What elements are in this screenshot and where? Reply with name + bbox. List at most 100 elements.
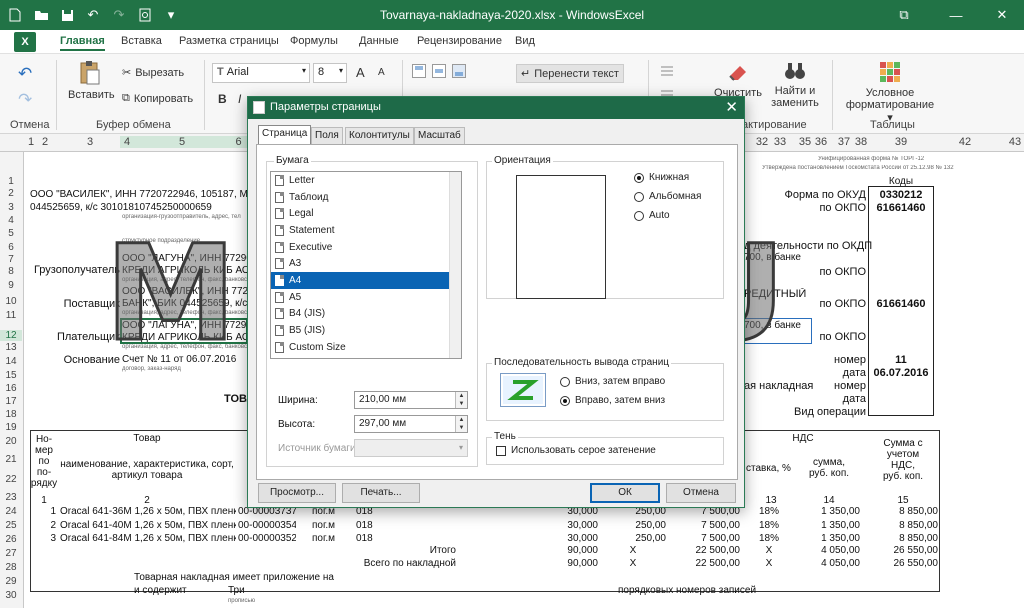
row-header[interactable]: 12 [0,330,22,341]
paper-size-item[interactable]: Таблоид [271,189,461,206]
tab-formulas[interactable]: Формулы [290,35,338,47]
cell-name[interactable]: Oracal 641-40M 1,26 х 50м, ПВХ пленка [60,520,236,531]
clear-button[interactable]: Очистить [710,60,766,99]
paper-size-item[interactable]: A4 [271,272,461,289]
column-header[interactable]: 1 [24,136,38,148]
column-header[interactable]: 36 [814,136,828,148]
landscape-radio[interactable]: Альбомная [634,191,701,202]
tab-home[interactable]: Главная [60,35,105,51]
cell-n[interactable]: 2 [30,520,56,531]
paper-size-item[interactable]: A3 [271,255,461,272]
column-header[interactable]: 3 [60,136,120,148]
paper-size-item[interactable]: Custom Size [271,339,461,356]
tab-data[interactable]: Данные [359,35,399,47]
tab-page[interactable]: Страница [258,125,312,144]
row-header[interactable]: 25 [0,520,22,531]
date-value[interactable]: 06.07.2016 [868,367,934,379]
preview-button[interactable]: Просмотр... [258,483,336,503]
wrap-text-button[interactable]: ↵ Перенести текст [516,64,624,83]
row-header[interactable]: 30 [0,590,22,601]
auto-radio[interactable]: Auto [634,210,670,221]
row-header[interactable]: 2 [0,188,22,199]
cancel-button[interactable]: Отмена [666,483,736,503]
column-header[interactable]: 38 [854,136,868,148]
font-name-select[interactable]: T Arial ▾ [212,63,310,83]
align-top-icon[interactable] [412,64,426,78]
spin-arrows-icon[interactable]: ▲ ▼ [455,392,467,408]
paper-size-item[interactable]: Statement [271,222,461,239]
grow-font-button[interactable]: A [356,65,365,80]
cell-total[interactable]: 8 850,00 [866,533,938,544]
cut-button[interactable]: ✂ Вырезать [122,66,184,80]
column-header[interactable]: 37 [836,136,852,148]
cell-n[interactable]: 3 [30,533,56,544]
footer-count-words[interactable]: Три [228,585,245,596]
tab-view[interactable]: Вид [515,35,535,47]
spin-arrows-icon[interactable]: ▲ ▼ [455,416,467,432]
row-header[interactable]: 29 [0,576,22,587]
row-header[interactable]: 11 [0,310,22,321]
cell-sum[interactable]: 7 500,00 [668,533,740,544]
down-then-over-radio[interactable]: Вниз, затем вправо [560,376,665,387]
paper-list-scrollbar[interactable] [449,172,461,358]
redo-ribbon-icon[interactable]: ↷ [18,90,32,110]
height-input[interactable]: 297,00 мм ▲ ▼ [354,415,468,433]
cell-price[interactable]: 250,00 [600,533,666,544]
row-header[interactable]: 7 [0,254,22,265]
cell-qty[interactable]: 30,000 [530,520,598,531]
row-header[interactable]: 8 [0,266,22,277]
cell-code[interactable]: 00-00000354 [238,520,296,531]
row-header[interactable]: 9 [0,280,22,291]
paste-button[interactable]: Вставить [68,60,115,101]
row-header[interactable]: 6 [0,242,22,253]
undo-ribbon-icon[interactable]: ↶ [18,64,32,84]
copy-button[interactable]: ⧉ Копировать [122,92,193,105]
row-header[interactable]: 14 [0,356,22,367]
close-button[interactable]: ✕ [982,0,1022,30]
row-header[interactable]: 22 [0,474,22,485]
column-header[interactable]: 39 [870,136,932,148]
portrait-radio[interactable]: Книжная [634,172,689,183]
cell-unit[interactable]: пог.м [312,520,348,531]
paper-source-select[interactable]: ▾ [354,439,468,457]
minimize-button[interactable]: — [936,0,976,30]
paper-size-item[interactable]: B5 (JIS) [271,322,461,339]
print-button[interactable]: Печать... [342,483,420,503]
ok-button[interactable]: ОК [590,483,660,503]
align-bottom-icon[interactable] [452,64,466,78]
column-header[interactable]: 32 [754,136,770,148]
paper-size-item[interactable]: Legal [271,205,461,222]
width-input[interactable]: 210,00 мм ▲ ▼ [354,391,468,409]
column-header[interactable]: 35 [798,136,812,148]
row-header[interactable]: 26 [0,534,22,545]
row-header[interactable]: 28 [0,562,22,573]
number-value[interactable]: 11 [868,354,934,366]
cell-total[interactable]: 8 850,00 [866,520,938,531]
row-header[interactable]: 27 [0,548,22,559]
tab-insert[interactable]: Вставка [121,35,162,47]
restore-button[interactable]: ⧉ [884,0,924,30]
tab-page-layout[interactable]: Разметка страницы [179,35,279,47]
paper-size-item[interactable]: Executive [271,239,461,256]
column-header[interactable]: 4 [120,136,134,148]
cell-name[interactable]: Oracal 641-84M 1,26 х 50м, ПВХ пленка [60,533,236,544]
align-middle-icon[interactable] [432,64,446,78]
cell-vat[interactable]: 1 350,00 [796,506,860,517]
column-header[interactable]: 42 [950,136,980,148]
gray-shading-checkbox[interactable]: Использовать серое затенение [496,445,656,456]
dialog-close-button[interactable]: ✕ [725,98,738,116]
conditional-formatting-button[interactable]: Условное форматирование ▾ [842,60,938,124]
cell-vat[interactable]: 1 350,00 [796,533,860,544]
over-then-down-radio[interactable]: Вправо, затем вниз [560,395,665,406]
row-header[interactable]: 1 [0,176,22,187]
okpo-value[interactable]: 61661460 [868,298,934,310]
row-header[interactable]: 19 [0,422,22,433]
cell-rate[interactable]: 18% [746,520,792,531]
column-header[interactable]: 43 [1006,136,1024,148]
cell-n[interactable]: 1 [30,506,56,517]
cell-total[interactable]: 8 850,00 [866,506,938,517]
cell-unit[interactable]: пог.м [312,533,348,544]
paper-size-item[interactable]: Letter [271,172,461,189]
shrink-font-button[interactable]: A [378,67,385,78]
paper-size-list[interactable]: Letter Таблоид Legal Statement Executive A3 A4… [270,171,462,359]
